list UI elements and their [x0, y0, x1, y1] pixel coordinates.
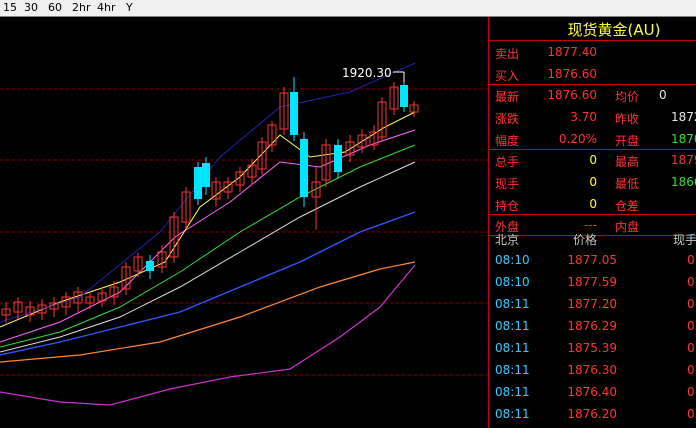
tick-vol: 0: [687, 253, 695, 267]
tick-price: 1877.05: [567, 253, 617, 267]
pct-label: 幅度: [495, 134, 520, 148]
tick-row: 08:11 1876.20 0: [489, 405, 696, 427]
open-label: 开盘: [615, 134, 640, 148]
period-toolbar: 15 30 60 2hr 4hr Y: [0, 0, 696, 17]
curvol-label: 现手: [495, 177, 520, 191]
tick-time: 08:11: [495, 297, 530, 311]
ma60-line: [0, 211, 416, 356]
quote-panel: ⇦ ⇨ 现货黄金(AU) 卖出 1877.40 买入 1876.60 最新 18…: [488, 17, 696, 428]
change-value: 3.70: [570, 110, 597, 124]
tick-price: 1876.29: [567, 319, 617, 333]
period-30[interactable]: 30: [24, 1, 38, 14]
buy-label: 买入: [495, 69, 520, 83]
low-label: 最低: [615, 177, 640, 191]
tick-price: 1876.20: [567, 407, 617, 421]
tick-vol: 0: [687, 275, 695, 289]
tick-time: 08:11: [495, 363, 530, 377]
divider: [489, 40, 696, 41]
low-value: 1866: [671, 175, 696, 189]
curvol-value: 0: [589, 175, 597, 189]
tick-row: 08:10 1877.59 0: [489, 273, 696, 295]
ma5-line: [0, 111, 416, 328]
candle-body-down: [194, 167, 202, 199]
sell-value: 1877.40: [547, 45, 597, 59]
ma120-line: [0, 261, 416, 363]
upper-band-line: [0, 62, 416, 323]
change-label: 涨跌: [495, 112, 520, 126]
period-60[interactable]: 60: [48, 1, 62, 14]
prevclose-value: 1872: [671, 110, 696, 124]
avg-label: 均价: [615, 90, 640, 104]
sell-label: 卖出: [495, 47, 520, 61]
divider: [489, 149, 696, 150]
tick-row: 08:11 1877.20 0: [489, 295, 696, 317]
tick-time: 08:11: [495, 407, 530, 421]
candle-body-down: [334, 145, 342, 172]
high-price-annotation: 1920.30: [342, 66, 392, 80]
tick-price: 1877.59: [567, 275, 617, 289]
divider: [489, 84, 696, 85]
high-value: 1879: [671, 153, 696, 167]
totalvol-label: 总手: [495, 155, 520, 169]
tick-vol: 0: [687, 407, 695, 421]
ma250-line: [0, 264, 416, 406]
tick-time: 08:10: [495, 253, 530, 267]
tick-vol: 0: [687, 385, 695, 399]
latest-value: 1876.60: [547, 88, 597, 102]
period-15[interactable]: 15: [3, 1, 17, 14]
oidiff-label: 仓差: [615, 199, 640, 213]
period-4hr[interactable]: 4hr: [97, 1, 116, 14]
tick-vol: 0: [687, 341, 695, 355]
open-value: 1870: [671, 132, 696, 146]
period-y[interactable]: Y: [126, 1, 133, 14]
openint-label: 持仓: [495, 199, 520, 213]
divider: [489, 214, 696, 215]
tick-row: 08:11 1875.39 0: [489, 339, 696, 361]
tick-price: 1875.39: [567, 341, 617, 355]
pct-value: 0.20%: [558, 132, 597, 146]
candle-body-down: [300, 139, 308, 197]
totalvol-value: 0: [589, 153, 597, 167]
candlestick-chart[interactable]: 1920.30: [0, 17, 488, 428]
tick-price: 1876.40: [567, 385, 617, 399]
moving-average-lines: [0, 62, 416, 406]
tick-price: 1877.20: [567, 297, 617, 311]
ma30-line: [0, 161, 416, 353]
tick-row: 08:11 1876.30 0: [489, 361, 696, 383]
ticks-header-price: 价格: [572, 233, 597, 247]
latest-label: 最新: [495, 90, 520, 104]
prevclose-label: 昨收: [615, 112, 640, 126]
openint-value: 0: [589, 197, 597, 211]
ticks-header-vol: 现手: [673, 233, 696, 247]
avg-value: 0: [659, 88, 667, 102]
ticks-header: 北京 价格 现手: [489, 229, 696, 251]
tick-row: 08:11 1876.29 0: [489, 317, 696, 339]
tick-time: 08:11: [495, 385, 530, 399]
tick-time: 08:10: [495, 275, 530, 289]
candle-body-down: [146, 261, 154, 271]
tick-time: 08:11: [495, 341, 530, 355]
tick-vol: 0: [687, 319, 695, 333]
instrument-title: 现货黄金(AU): [567, 21, 661, 39]
candle-body-down: [202, 163, 210, 187]
tick-row: 08:11 1876.40 0: [489, 383, 696, 405]
tick-vol: 0: [687, 363, 695, 377]
tick-time: 08:11: [495, 319, 530, 333]
candle-body-down: [400, 85, 408, 107]
ticks-header-time: 北京: [495, 233, 520, 247]
buy-value: 1876.60: [547, 67, 597, 81]
high-label: 最高: [615, 155, 640, 169]
tick-price: 1876.30: [567, 363, 617, 377]
period-2hr[interactable]: 2hr: [72, 1, 91, 14]
candle-body-down: [290, 92, 298, 135]
tick-row: 08:10 1877.05 0: [489, 251, 696, 273]
tick-vol: 0: [687, 297, 695, 311]
